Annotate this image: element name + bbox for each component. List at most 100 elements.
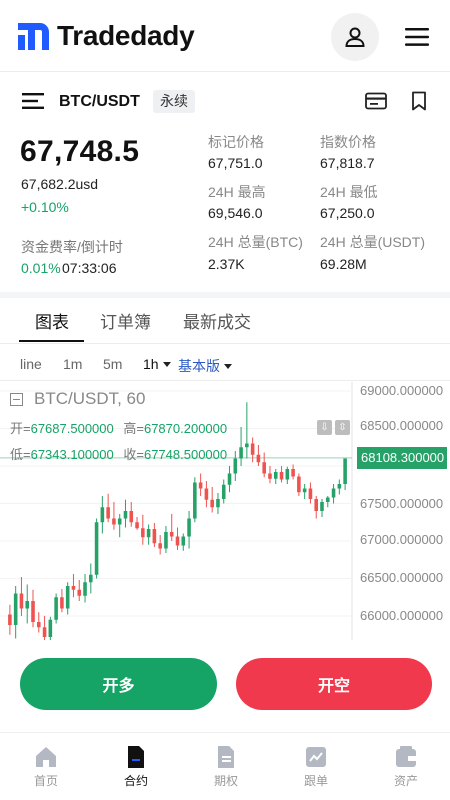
low-label: 低= [10, 447, 31, 462]
high-24h-value: 69,546.0 [208, 205, 263, 221]
candle-body [273, 472, 278, 479]
last-price: 67,748.5 [20, 135, 140, 168]
close-label: 收= [123, 447, 144, 462]
volume-usdt-value: 69.28M [320, 256, 367, 272]
candle-body [106, 507, 110, 519]
candle-body [123, 511, 128, 519]
chevron-down-icon [162, 361, 171, 367]
chart-tabs: 图表 订单簿 最新成交 [0, 298, 450, 344]
candle-body [181, 536, 186, 546]
candle-body [13, 593, 18, 625]
pair-list-icon[interactable] [22, 92, 44, 110]
user-icon [345, 27, 365, 47]
nav-label: 合约 [123, 774, 148, 788]
nav-label: 跟单 [303, 774, 328, 788]
y-tick: 67000.000000 [360, 532, 444, 547]
perpetual-badge: 永续 [153, 90, 195, 113]
y-tick: 68500.000000 [360, 418, 444, 433]
chevron-down-icon [224, 363, 232, 369]
interval-5m[interactable]: 5m [103, 356, 122, 372]
nav-label: 资产 [393, 774, 418, 788]
candle-body [239, 447, 243, 459]
mark-price-label: 标记价格 [208, 134, 264, 150]
interval-line[interactable]: line [20, 356, 42, 372]
candle-body [343, 458, 347, 484]
candle-body [227, 473, 232, 485]
volume-usdt-label: 24H 总量(USDT) [320, 234, 426, 250]
candle-body [279, 472, 284, 480]
pair-bar: BTC/USDT 永续 [0, 84, 450, 120]
hamburger-icon [405, 28, 429, 46]
open-short-button[interactable]: 开空 [236, 658, 432, 710]
bottom-nav: 首页 合约 期权 跟单 资产 [0, 732, 450, 800]
candle-body [77, 589, 82, 596]
funding-rate: 0.01% [21, 260, 61, 276]
y-tick: 67500.000000 [360, 496, 444, 511]
y-tick: 66500.000000 [360, 570, 444, 585]
low-24h-value: 67,250.0 [320, 205, 375, 221]
legend-row-2: 低=67343.100000 收=67748.500000 [10, 444, 227, 463]
collapse-legend-icon[interactable] [10, 393, 23, 406]
price-chart[interactable]: BTC/USDT, 60 开=67687.500000 高=67870.2000… [0, 382, 450, 640]
volume-btc-label: 24H 总量(BTC) [208, 234, 303, 250]
tab-chart[interactable]: 图表 [35, 308, 69, 333]
nav-contract[interactable]: 合约 [106, 745, 166, 789]
candle-body [94, 522, 99, 575]
price-change: +0.10% [21, 199, 69, 215]
pair-name[interactable]: BTC/USDT [59, 93, 140, 111]
candle-body [141, 528, 145, 538]
candle-body [8, 614, 12, 625]
price-usd: 67,682.2usd [21, 176, 99, 192]
candle-body [112, 518, 116, 525]
index-price-label: 指数价格 [320, 134, 376, 150]
interval-1h[interactable]: 1h [143, 356, 171, 372]
candle-body [71, 586, 76, 590]
candle-body [19, 593, 24, 609]
tab-recent-trades[interactable]: 最新成交 [183, 308, 251, 333]
candle-body [164, 532, 168, 549]
nav-home[interactable]: 首页 [16, 745, 76, 789]
candle-body [135, 522, 139, 529]
interval-bar: line 1m 5m 1h 基本版 [0, 345, 450, 381]
candle-body [245, 443, 249, 448]
chart-mode-select[interactable]: 基本版 [178, 356, 232, 376]
y-tick: 66000.000000 [360, 608, 444, 623]
candle-body [60, 597, 64, 609]
chart-mode-label: 基本版 [178, 358, 220, 374]
legend-buttons: ⇩ ⇳ [317, 420, 350, 435]
tab-order-book[interactable]: 订单簿 [100, 308, 151, 333]
options-icon [218, 746, 234, 768]
high-label: 高= [123, 421, 144, 436]
nav-options[interactable]: 期权 [196, 745, 256, 789]
brand-logo[interactable]: Tradedady [18, 20, 195, 52]
profile-button[interactable] [331, 13, 379, 61]
candle-body [216, 499, 220, 508]
candle-body [54, 597, 58, 620]
open-value: 67687.500000 [30, 421, 114, 436]
card-icon[interactable] [365, 92, 387, 110]
candle-body [187, 518, 191, 537]
candle-body [25, 601, 30, 609]
main-menu-button[interactable] [403, 24, 431, 50]
open-long-button[interactable]: 开多 [20, 658, 217, 710]
low-24h-label: 24H 最低 [320, 184, 378, 200]
nav-copy-trade[interactable]: 跟单 [286, 745, 346, 789]
candle-body [262, 462, 266, 474]
candle-body [117, 518, 122, 525]
copy-trade-icon [306, 747, 326, 767]
contract-icon [128, 746, 144, 768]
candle-body [31, 601, 35, 622]
candle-body [268, 473, 272, 479]
candle-body [233, 458, 238, 474]
volume-btc-value: 2.37K [208, 256, 245, 272]
open-label: 开= [10, 421, 31, 436]
nav-assets[interactable]: 资产 [376, 745, 436, 789]
interval-1m[interactable]: 1m [63, 356, 82, 372]
close-value: 67748.500000 [143, 447, 228, 462]
nav-label: 首页 [33, 774, 58, 788]
logo-mark-icon [18, 22, 49, 50]
indicator-settings-icon[interactable]: ⇩ [317, 420, 332, 435]
bookmark-icon[interactable] [410, 91, 428, 111]
candle-body [297, 476, 301, 493]
indicator-remove-icon[interactable]: ⇳ [335, 420, 350, 435]
